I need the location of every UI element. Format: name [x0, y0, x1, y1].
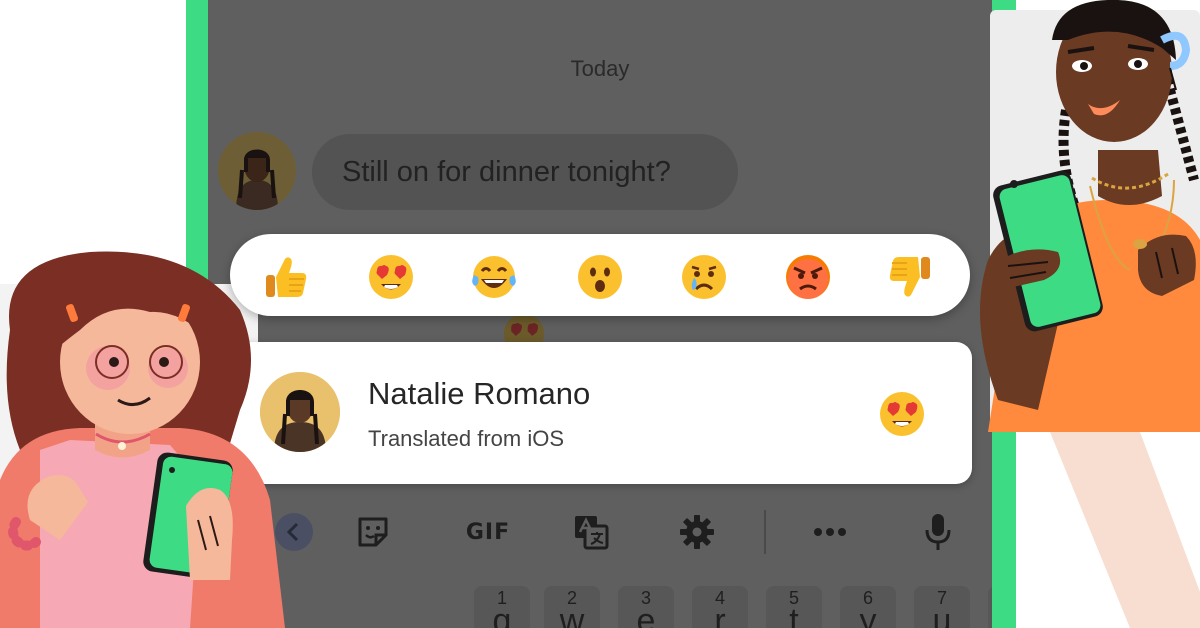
translate-icon	[575, 516, 609, 550]
sticker-button[interactable]	[351, 510, 395, 554]
woman-with-phone-illustration	[0, 251, 285, 628]
reaction-detail-sheet: Natalie Romano Translated from iOS	[228, 342, 972, 484]
key-t[interactable]: 5t	[766, 586, 822, 628]
key-e[interactable]: 3e	[618, 586, 674, 628]
key-i[interactable]: 8i	[988, 586, 992, 628]
heart-eyes-icon	[503, 313, 545, 342]
key-w[interactable]: 2w	[544, 586, 600, 628]
toolbar-divider	[764, 510, 766, 554]
thumbs-down-icon[interactable]	[886, 253, 934, 301]
key-y[interactable]: 6y	[840, 586, 896, 628]
reaction-picker	[230, 234, 970, 316]
key-letter: i	[988, 602, 992, 628]
key-letter: e	[636, 602, 656, 628]
reactor-name: Natalie Romano	[368, 376, 591, 411]
avatar-portrait-icon	[218, 132, 296, 210]
key-letter: w	[559, 602, 585, 628]
voice-input-button[interactable]	[916, 510, 960, 554]
crying-icon[interactable]	[680, 253, 728, 301]
arm-shape-icon	[1050, 432, 1200, 628]
incoming-message-bubble[interactable]: Still on for dinner tonight?	[312, 134, 738, 210]
key-letter: u	[932, 602, 952, 628]
message-reaction-badge[interactable]	[502, 312, 546, 342]
settings-button[interactable]	[675, 510, 719, 554]
mic-icon	[925, 514, 951, 550]
key-letter: q	[492, 602, 512, 628]
keyboard-toolbar: GIF	[208, 490, 992, 578]
man-with-phone-illustration	[980, 0, 1200, 432]
heart-eyes-icon	[880, 392, 924, 436]
sticker-icon	[358, 517, 388, 547]
settings-icon	[680, 515, 714, 549]
gif-label: GIF	[465, 519, 511, 545]
more-button[interactable]	[808, 510, 852, 554]
date-separator: Today	[570, 56, 630, 81]
key-letter: r	[714, 602, 726, 628]
key-u[interactable]: 7u	[914, 586, 970, 628]
keyboard-top-row: 1q 2w 3e 4r 5t 6y 7u 8i 9o 0p	[416, 580, 992, 628]
surprised-icon[interactable]	[576, 253, 624, 301]
reaction-source: Translated from iOS	[368, 426, 565, 451]
sender-avatar[interactable]	[218, 132, 296, 210]
key-letter: t	[789, 602, 799, 628]
heart-eyes-icon[interactable]	[367, 253, 415, 301]
tears-of-joy-icon[interactable]	[470, 253, 518, 301]
right-arm-illustration	[1040, 432, 1200, 628]
key-r[interactable]: 4r	[692, 586, 748, 628]
translate-button[interactable]	[569, 510, 613, 554]
gif-button[interactable]: GIF	[458, 510, 518, 554]
more-icon	[814, 528, 846, 536]
angry-icon[interactable]	[784, 253, 832, 301]
key-q[interactable]: 1q	[474, 586, 530, 628]
key-letter: y	[859, 602, 877, 628]
